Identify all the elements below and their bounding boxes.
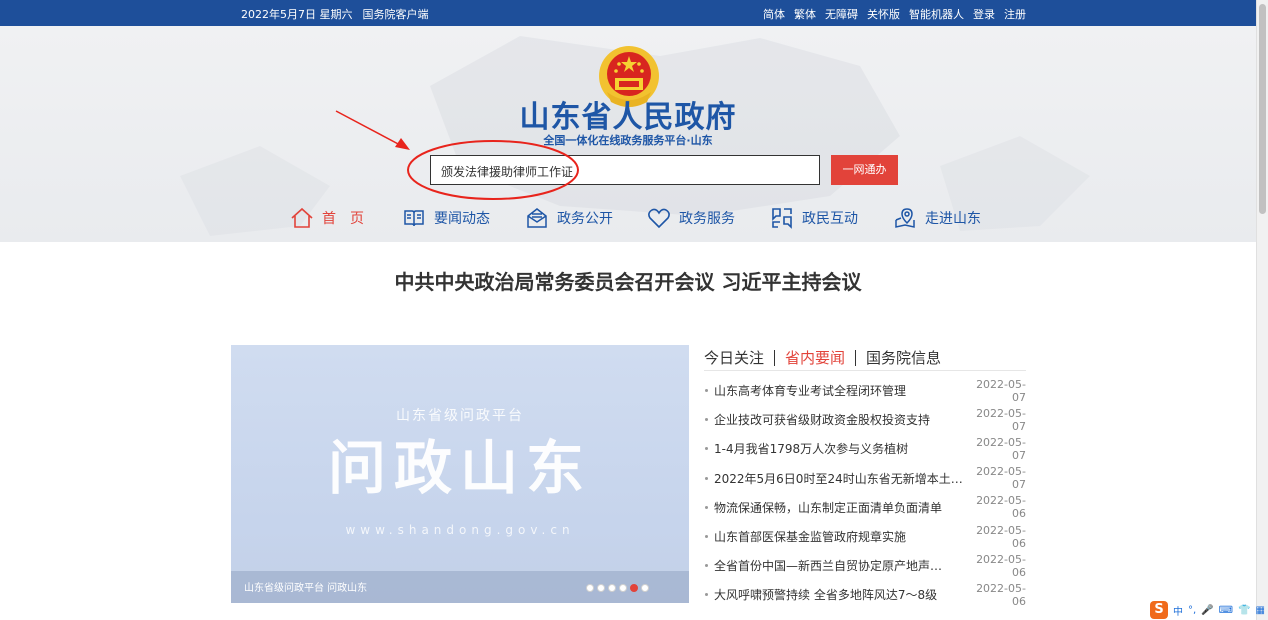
news-date: 2022-05-07 [976,435,1026,462]
news-title[interactable]: 1-4月我省1798万人次参与义务植树 [704,440,964,457]
tab-underline [704,370,1026,371]
list-item[interactable]: 大风呼啸预警持续 全省多地阵风达7～8级 2022-05-06 [704,580,1026,609]
news-date: 2022-05-06 [976,494,1026,521]
punctuation-icon[interactable]: °, [1188,605,1196,616]
nav-home-label: 首 页 [322,211,364,227]
nav-services-label: 政务服务 [679,211,735,227]
login-link[interactable]: 登录 [973,6,995,22]
carousel-dot[interactable] [597,584,605,592]
news-title[interactable]: 2022年5月6日0时至24时山东省无新增本土… [704,470,964,487]
news-title[interactable]: 山东高考体育专业考试全程闭环管理 [704,382,964,399]
site-header: 山东省人民政府 全国一体化在线政务服务平台·山东 颁发法律援助律师工作证 一网通… [0,26,1256,242]
grid-icon[interactable]: ▦ [1256,605,1265,616]
carousel-dot[interactable] [586,584,594,592]
news-date: 2022-05-06 [976,523,1026,550]
keyboard-icon[interactable]: ⌨ [1219,605,1233,616]
news-title[interactable]: 大风呼啸预警持续 全省多地阵风达7～8级 [704,586,964,603]
sogou-logo-icon[interactable]: S [1150,601,1168,619]
tab-divider [855,349,857,366]
list-item[interactable]: 物流保通保畅，山东制定正面清单负面清单 2022-05-06 [704,493,1026,522]
carousel-dots [586,584,649,592]
nav-news-label: 要闻动态 [434,211,490,227]
nav-shandong-label: 走进山东 [925,211,981,227]
site-title: 山东省人民政府 [519,100,737,135]
simplified-link[interactable]: 简体 [763,6,785,22]
nav-public[interactable]: 政务公开 [525,204,613,232]
nav-services[interactable]: 政务服务 [647,204,735,232]
news-title[interactable]: 物流保通保畅，山东制定正面清单负面清单 [704,499,964,516]
news-date: 2022-05-07 [976,406,1026,433]
nav-interact[interactable]: 政民互动 [770,204,858,232]
accessibility-link[interactable]: 无障碍 [825,6,858,22]
news-date: 2022-05-07 [976,465,1026,492]
nav-shandong[interactable]: 走进山东 [893,204,981,232]
date-text: 2022年5月7日 星期六 [241,8,353,21]
nav-interact-label: 政民互动 [802,211,858,227]
search-input[interactable]: 颁发法律援助律师工作证 [430,155,820,185]
carousel-dot[interactable] [630,584,638,592]
news-date: 2022-05-06 [976,552,1026,579]
list-item[interactable]: 1-4月我省1798万人次参与义务植树 2022-05-07 [704,434,1026,463]
robot-link[interactable]: 智能机器人 [909,6,964,22]
nav-home[interactable]: 首 页 [290,204,364,232]
interact-icon [772,208,792,229]
top-bar: 2022年5月7日 星期六 国务院客户端 简体 繁体 无障碍 关怀版 智能机器人… [0,0,1256,26]
carousel-dot[interactable] [641,584,649,592]
banner-big-text: 问政山东 [327,434,592,502]
list-item[interactable]: 企业技改可获省级财政资金股权投资支持 2022-05-07 [704,405,1026,434]
traditional-link[interactable]: 繁体 [794,6,816,22]
banner-caption[interactable]: 山东省级问政平台 问政山东 [244,579,367,594]
ime-toolbar[interactable]: S 中 °, 🎤 ⌨ 👕 ▦ [1150,601,1265,619]
tab-today-focus[interactable]: 今日关注 [704,347,764,368]
state-council-client-link[interactable]: 国务院客户端 [363,6,429,22]
top-headline-link[interactable]: 中共中央政治局常务委员会召开会议 习近平主持会议 [0,266,1256,295]
site-subtitle: 全国一体化在线政务服务平台·山东 [543,134,713,147]
list-item[interactable]: 2022年5月6日0时至24时山东省无新增本土… 2022-05-07 [704,464,1026,493]
list-item[interactable]: 山东首部医保基金监管政府规章实施 2022-05-06 [704,522,1026,551]
mail-open-icon [527,208,547,228]
tab-province-news[interactable]: 省内要闻 [785,347,845,368]
microphone-icon[interactable]: 🎤 [1201,605,1213,616]
nav-public-label: 政务公开 [557,211,613,227]
news-title[interactable]: 企业技改可获省级财政资金股权投资支持 [704,411,964,428]
register-link[interactable]: 注册 [1004,6,1026,22]
book-icon [404,210,424,227]
news-title[interactable]: 山东首部医保基金监管政府规章实施 [704,528,964,545]
tab-state-council[interactable]: 国务院信息 [866,347,941,368]
news-date: 2022-05-07 [976,377,1026,404]
carousel-banner[interactable]: 山东省级问政平台 问政山东 www.shandong.gov.cn 山东省级问政… [231,345,689,603]
news-list: 山东高考体育专业考试全程闭环管理 2022-05-07 企业技改可获省级财政资金股… [704,376,1026,610]
page-scrollbar[interactable] [1256,0,1268,620]
shirt-icon[interactable]: 👕 [1238,605,1250,616]
carousel-dot[interactable] [608,584,616,592]
tab-divider [774,349,776,366]
scrollbar-thumb[interactable] [1259,4,1266,214]
list-item[interactable]: 山东高考体育专业考试全程闭环管理 2022-05-07 [704,376,1026,405]
care-mode-link[interactable]: 关怀版 [867,6,900,22]
news-tabs: 今日关注 省内要闻 国务院信息 [704,347,941,368]
home-icon [291,207,313,228]
search-button[interactable]: 一网通办 [831,155,898,185]
map-pin-icon [895,208,915,228]
news-date: 2022-05-06 [976,581,1026,608]
banner-url-text: www.shandong.gov.cn [345,523,575,537]
list-item[interactable]: 全省首份中国—新西兰自贸协定原产地声… 2022-05-06 [704,551,1026,580]
carousel-dot[interactable] [619,584,627,592]
nav-news[interactable]: 要闻动态 [402,204,490,232]
news-title[interactable]: 全省首份中国—新西兰自贸协定原产地声… [704,557,964,574]
ime-language[interactable]: 中 [1173,603,1183,618]
heart-icon [648,208,670,229]
